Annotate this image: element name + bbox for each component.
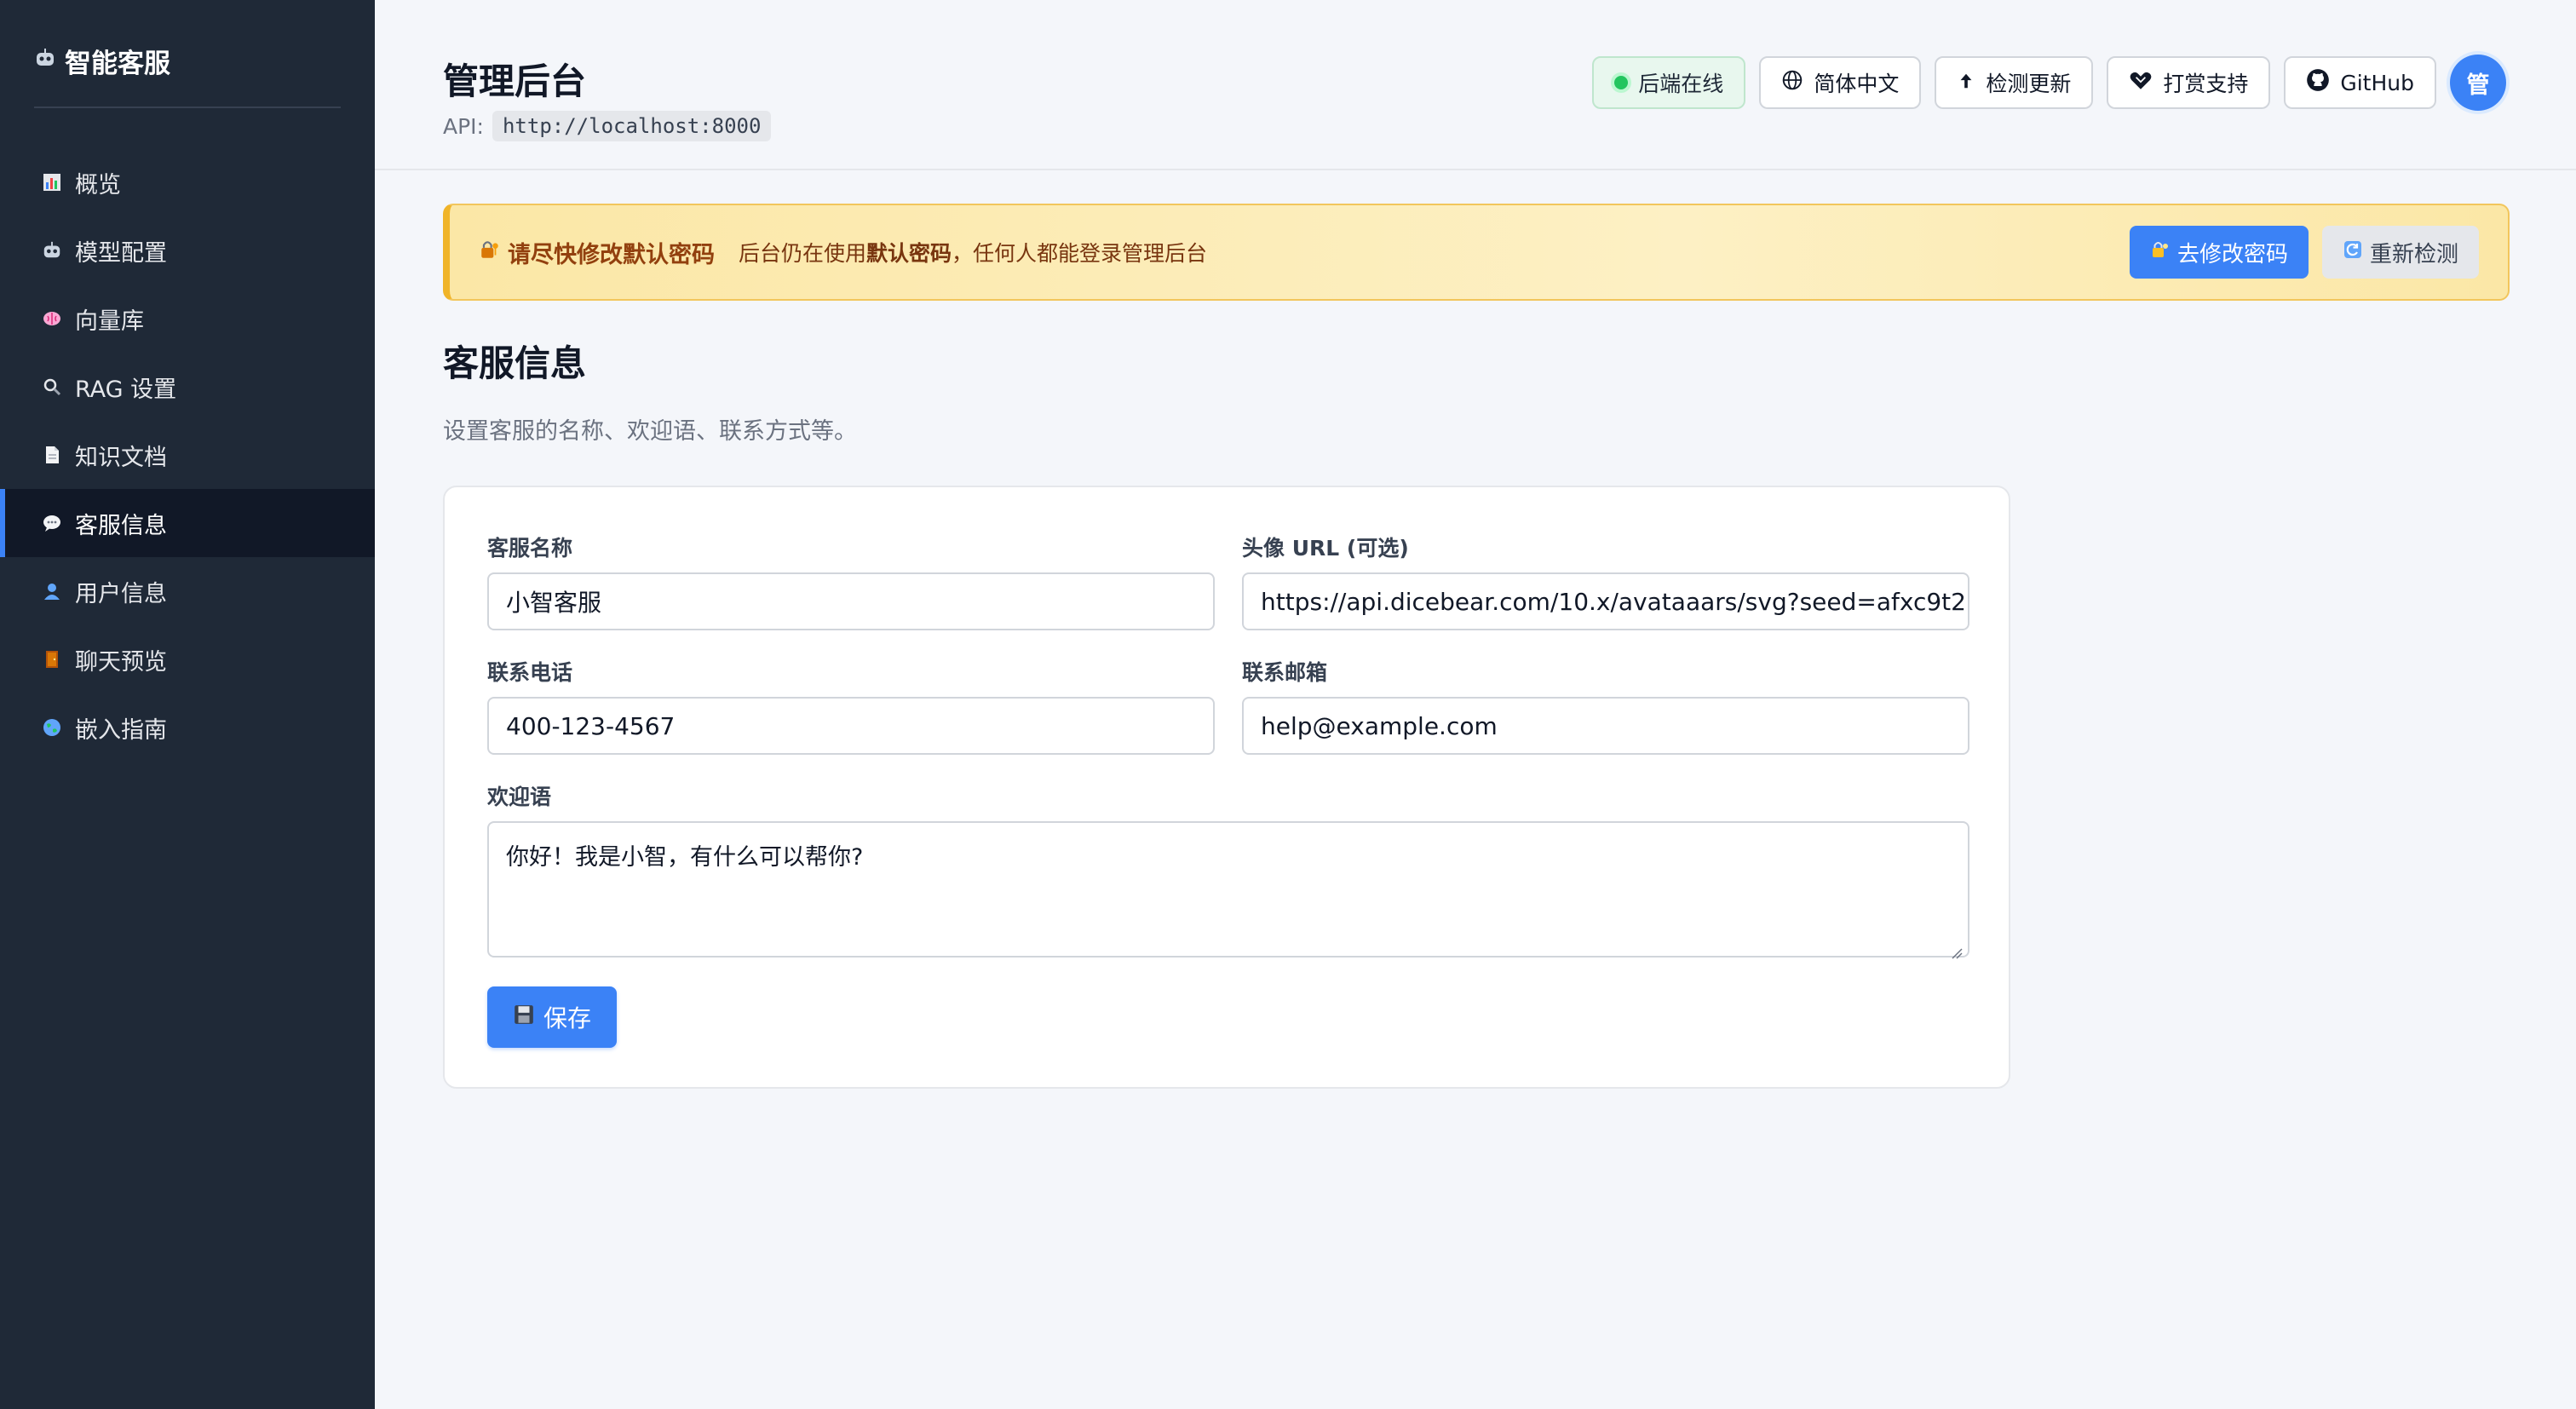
- alert-msg-prefix: 后台仍在使用: [739, 241, 867, 266]
- email-label: 联系邮箱: [1242, 660, 1328, 685]
- avatar-url-label: 头像 URL (可选): [1242, 536, 1409, 561]
- magnifier-icon: [39, 374, 65, 400]
- default-password-alert: 请尽快修改默认密码 后台仍在使用默认密码，任何人都能登录管理后台 去修改密码 重…: [443, 204, 2510, 301]
- brain-icon: [39, 306, 65, 331]
- brand-name: 智能客服: [65, 48, 170, 79]
- welcome-text: 你好！我是小智，有什么可以帮你?: [506, 844, 864, 871]
- bar-chart-icon: [39, 170, 65, 195]
- sidebar-item-model-config[interactable]: 模型配置: [0, 216, 375, 285]
- alert-actions: 去修改密码 重新检测: [2129, 226, 2479, 279]
- backend-status-badge: 后端在线: [1592, 56, 1746, 109]
- donate-button[interactable]: 打赏支持: [2107, 56, 2271, 109]
- brand[interactable]: 智能客服: [34, 39, 170, 82]
- heart-hands-icon: [2129, 69, 2153, 96]
- floppy-disk-icon: [513, 1004, 535, 1032]
- alert-title-text: 请尽快修改默认密码: [508, 241, 715, 268]
- phone-label: 联系电话: [487, 660, 573, 685]
- status-text: 后端在线: [1638, 72, 1724, 96]
- sidebar-item-overview[interactable]: 概览: [0, 148, 375, 216]
- globe-icon: [39, 715, 65, 740]
- user-icon: [39, 578, 65, 604]
- alert-title: 请尽快修改默认密码: [479, 236, 715, 269]
- header-actions: 后端在线 简体中文 检测更新 打赏支持 GitHub 管: [1592, 55, 2506, 111]
- divider: [34, 106, 341, 108]
- language-label: 简体中文: [1814, 72, 1900, 96]
- change-password-button[interactable]: 去修改密码: [2129, 226, 2309, 279]
- sidebar-item-label: 向量库: [75, 308, 144, 335]
- refresh-icon: [2343, 239, 2363, 266]
- sidebar-item-label: 概览: [75, 171, 121, 198]
- lock-key-icon: [479, 239, 501, 267]
- sidebar-item-embed-guide[interactable]: 嵌入指南: [0, 693, 375, 762]
- lock-key-icon: [2150, 239, 2171, 266]
- section-description: 设置客服的名称、欢迎语、联系方式等。: [443, 418, 857, 445]
- name-label: 客服名称: [487, 536, 573, 561]
- user-avatar[interactable]: 管: [2450, 55, 2506, 111]
- api-url: http://localhost:8000: [492, 111, 772, 141]
- api-endpoint: API: http://localhost:8000: [443, 111, 772, 141]
- alert-msg-bold: 默认密码: [866, 241, 952, 266]
- language-button[interactable]: 简体中文: [1759, 56, 1922, 109]
- check-update-button[interactable]: 检测更新: [1935, 56, 2094, 109]
- check-update-label: 检测更新: [1986, 72, 2072, 96]
- name-input[interactable]: 小智客服: [487, 572, 1215, 630]
- sidebar-item-user-info[interactable]: 用户信息: [0, 557, 375, 625]
- robot-icon: [39, 238, 65, 263]
- sidebar-item-label: 聊天预览: [75, 648, 167, 676]
- resize-grip-icon[interactable]: [1951, 939, 1963, 959]
- alert-msg-suffix: ，任何人都能登录管理后台: [952, 241, 1208, 266]
- welcome-label: 欢迎语: [487, 785, 552, 809]
- sidebar-item-chat-preview[interactable]: 聊天预览: [0, 625, 375, 693]
- github-icon: [2306, 68, 2330, 97]
- api-label: API:: [443, 113, 484, 139]
- page-title: 管理后台: [443, 60, 587, 102]
- section-title: 客服信息: [443, 342, 587, 384]
- save-label: 保存: [543, 1004, 592, 1032]
- top-bar: 管理后台 API: http://localhost:8000 后端在线 简体中…: [375, 0, 2576, 170]
- sidebar-item-rag-settings[interactable]: RAG 设置: [0, 353, 375, 421]
- speech-bubble-icon: [39, 510, 65, 536]
- donate-label: 打赏支持: [2163, 72, 2249, 96]
- avatar-url-input[interactable]: https://api.dicebear.com/10.x/avataaars/…: [1242, 572, 1969, 630]
- arrow-up-icon: [1957, 71, 1975, 95]
- sidebar-item-service-info[interactable]: 客服信息: [0, 489, 375, 557]
- recheck-button[interactable]: 重新检测: [2321, 226, 2479, 279]
- globe-outline-icon: [1781, 69, 1803, 96]
- welcome-textarea[interactable]: 你好！我是小智，有什么可以帮你?: [487, 821, 1969, 959]
- phone-input[interactable]: 400-123-4567: [487, 697, 1215, 755]
- sidebar-item-label: RAG 设置: [75, 376, 177, 403]
- sidebar-item-label: 用户信息: [75, 580, 167, 607]
- recheck-label: 重新检测: [2369, 240, 2458, 267]
- sidebar-item-label: 知识文档: [75, 444, 167, 471]
- door-icon: [39, 647, 65, 672]
- sidebar-item-knowledge-docs[interactable]: 知识文档: [0, 421, 375, 489]
- change-password-label: 去修改密码: [2176, 240, 2288, 267]
- document-icon: [39, 442, 65, 468]
- sidebar-item-label: 客服信息: [75, 512, 167, 539]
- sidebar: 智能客服 概览 模型配置 向量库 RAG 设置 知识文档 客服信息 用户信息 聊…: [0, 0, 375, 1409]
- alert-message: 后台仍在使用默认密码，任何人都能登录管理后台: [739, 237, 1207, 267]
- email-input[interactable]: help@example.com: [1242, 697, 1969, 755]
- sidebar-item-label: 嵌入指南: [75, 716, 167, 744]
- github-button[interactable]: GitHub: [2284, 56, 2436, 109]
- status-dot-icon: [1614, 76, 1629, 89]
- sidebar-item-label: 模型配置: [75, 239, 167, 267]
- github-label: GitHub: [2340, 70, 2414, 95]
- sidebar-nav: 概览 模型配置 向量库 RAG 设置 知识文档 客服信息 用户信息 聊天预览 嵌…: [0, 148, 375, 762]
- sidebar-item-vector-store[interactable]: 向量库: [0, 285, 375, 353]
- robot-icon: [34, 45, 56, 76]
- service-info-form: 客服名称 小智客服 头像 URL (可选) https://api.dicebe…: [443, 486, 2010, 1089]
- save-button[interactable]: 保存: [487, 986, 618, 1048]
